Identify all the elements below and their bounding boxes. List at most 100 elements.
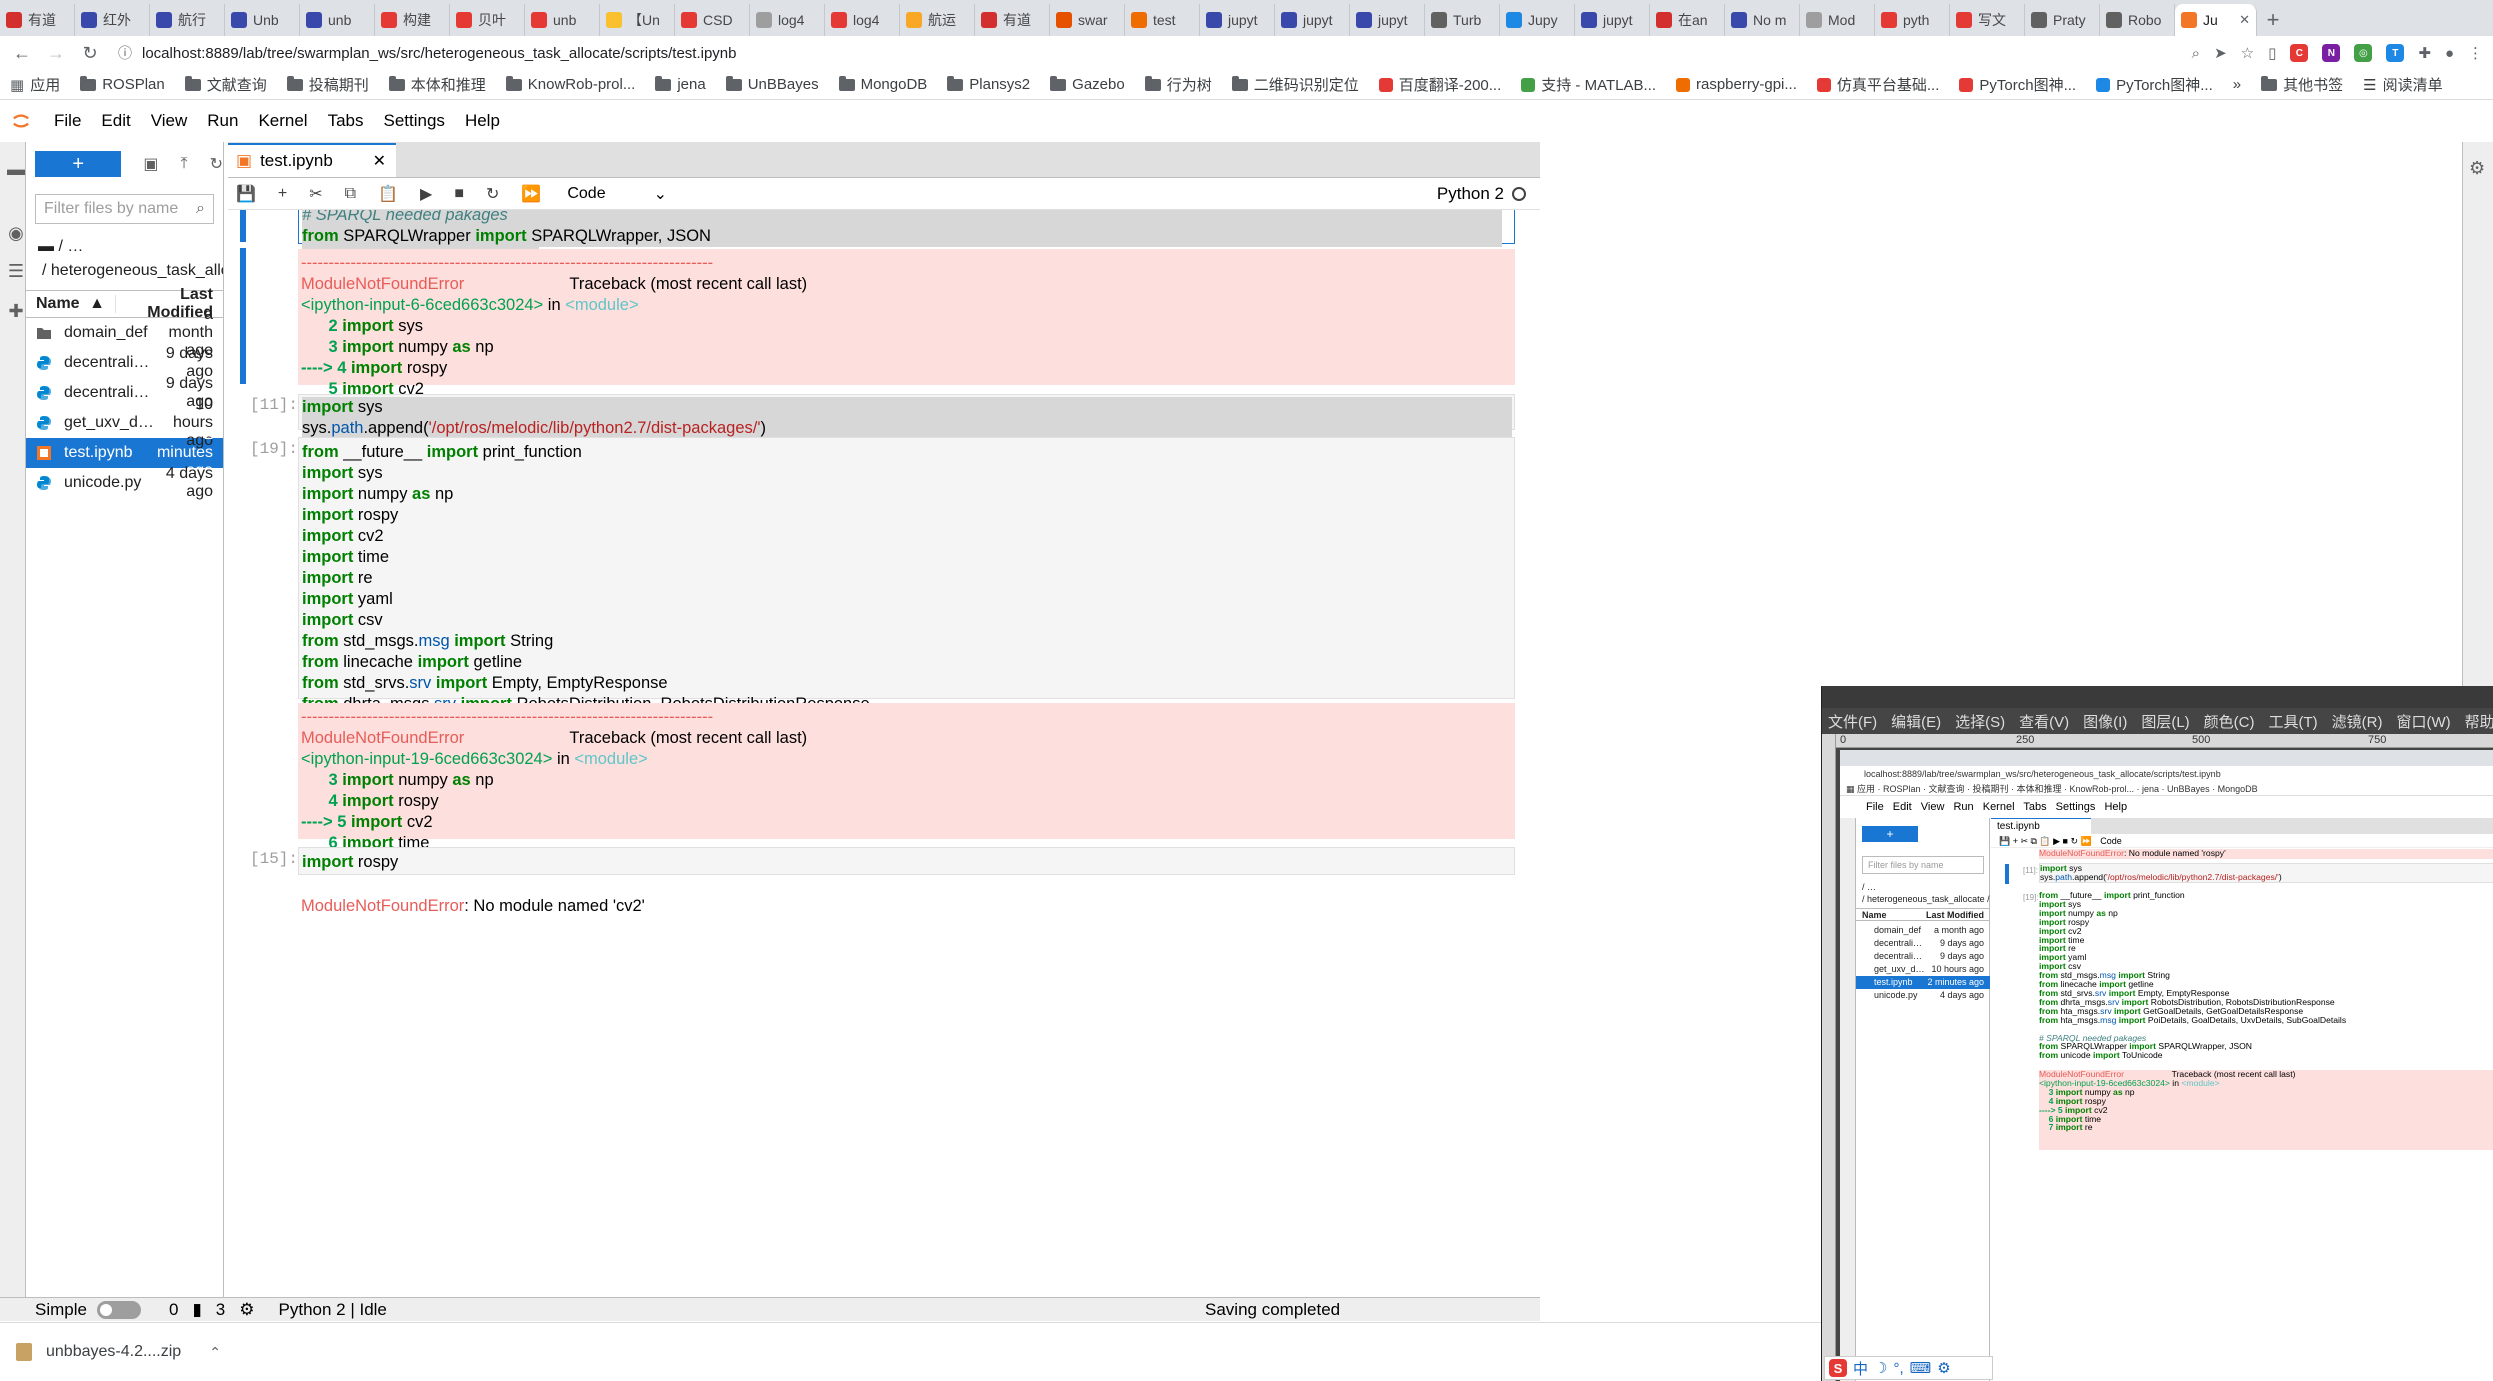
browser-tab[interactable]: 航运 [900,4,975,36]
browser-tab[interactable]: jupyt [1350,4,1425,36]
bookmark-item[interactable]: 二维码识别定位 [1231,74,1359,95]
editor-menu-item[interactable]: 窗口(W) [2396,711,2450,732]
browser-tab[interactable]: 贝叶 [450,4,525,36]
browser-tab[interactable]: swar [1050,4,1125,36]
column-name[interactable]: Name ▲ [26,295,116,313]
copy-icon[interactable]: ⧉ [345,185,356,203]
cell-type-select[interactable]: Code ⌄ [567,184,667,204]
browser-tab[interactable]: log4 [825,4,900,36]
extensions-puzzle-icon[interactable]: ✚ [2418,44,2431,62]
bookmark-item[interactable]: jena [655,75,706,93]
forward-icon[interactable]: → [44,41,68,65]
extension-reader-icon[interactable]: ▯ [2268,44,2276,62]
browser-tab[interactable]: unb [300,4,375,36]
browser-tab[interactable]: log4 [750,4,825,36]
back-icon[interactable]: ← [10,41,34,65]
cell-input[interactable]: from __future__ import print_function imp… [298,437,1515,839]
editor-menu-item[interactable]: 工具(T) [2269,711,2318,732]
browser-tab[interactable]: pyth [1875,4,1950,36]
input-method-indicator[interactable]: S 中 ☽ °, ⌨ ⚙ [1824,1356,1993,1380]
download-filename[interactable]: unbbayes-4.2....zip [46,1343,181,1361]
menu-settings[interactable]: Settings [384,111,445,131]
property-inspector-icon[interactable]: ⚙ [2469,158,2485,179]
reload-icon[interactable]: ↻ [78,41,102,65]
editor-titlebar[interactable] [1822,686,2493,708]
menu-edit[interactable]: Edit [101,111,130,131]
menu-help[interactable]: Help [465,111,500,131]
bookmark-item[interactable]: PyTorch图神... [1959,74,2076,95]
bookmark-item[interactable]: KnowRob-prol... [505,75,635,93]
browser-tab[interactable]: 有道 [0,4,75,36]
bookmark-item[interactable]: 文献查询 [184,74,267,95]
file-row[interactable]: test.ipynb 2 minutes ago [26,426,223,479]
editor-canvas[interactable]: localhost:8889/lab/tree/swarmplan_ws/src… [1840,750,2493,1381]
extension-csdn-icon[interactable]: C [2290,44,2309,62]
simple-mode-toggle[interactable] [96,1300,141,1319]
browser-tab[interactable]: test [1125,4,1200,36]
bookmark-item[interactable]: Plansys2 [947,75,1030,93]
tab-test-ipynb[interactable]: ▣ test.ipynb ✕ [228,143,396,177]
browser-tab[interactable]: CSD [675,4,750,36]
file-row[interactable]: decentrali… 9 days ago [26,345,223,380]
browser-tab[interactable]: jupyt [1200,4,1275,36]
browser-tab[interactable]: Robo [2100,4,2175,36]
browser-tab[interactable]: Jupy [1500,4,1575,36]
chevron-up-icon[interactable]: ⌃ [209,1344,221,1361]
run-icon[interactable]: ▶ [420,184,432,204]
new-launcher-button[interactable]: + [35,151,122,177]
editor-menu-item[interactable]: 选择(S) [1955,711,2005,732]
extension-translate-icon[interactable]: T [2386,44,2405,62]
toc-icon[interactable]: ☰ [7,261,25,281]
vertical-ruler[interactable] [1822,734,1836,1381]
folder-icon[interactable]: ▬ [7,159,25,179]
browser-tab[interactable]: jupyt [1275,4,1350,36]
kernel-status[interactable]: Python 2 | Idle [279,1300,387,1320]
save-icon[interactable]: 💾 [236,184,256,204]
send-icon[interactable]: ➤ [2214,44,2227,62]
menu-view[interactable]: View [151,111,188,131]
browser-tab[interactable]: 【Un [600,4,675,36]
breadcrumb[interactable]: ▬ / … [26,224,223,256]
menu-file[interactable]: File [54,111,81,131]
extension-green-icon[interactable]: ◎ [2354,44,2373,62]
editor-menu-item[interactable]: 编辑(E) [1891,711,1941,732]
bookmark-item[interactable]: 百度翻译-200... [1378,74,1501,95]
bookmark-item[interactable]: 投稿期刊 [286,74,369,95]
insert-cell-icon[interactable]: + [278,185,287,203]
editor-menu-item[interactable]: 图层(L) [2141,711,2189,732]
zoom-icon[interactable]: ⌕ [2192,45,2200,62]
restart-icon[interactable]: ↻ [486,184,499,204]
cell-input[interactable]: import rospy [298,847,1515,875]
editor-menu-item[interactable]: 滤镜(R) [2332,711,2383,732]
editor-menu-item[interactable]: 图像(I) [2083,711,2127,732]
bookmark-item[interactable]: 仿真平台基础... [1816,74,1939,95]
browser-tab[interactable]: unb [525,4,600,36]
cut-icon[interactable]: ✂ [309,184,322,204]
menu-tabs[interactable]: Tabs [328,111,364,131]
menu-kernel[interactable]: Kernel [258,111,307,131]
bookmark-item[interactable]: UnBBayes [725,75,819,93]
bookmark-item[interactable]: raspberry-gpi... [1676,76,1797,93]
upload-icon[interactable]: ⤒ [181,155,188,173]
menu-run[interactable]: Run [207,111,238,131]
editor-menu-item[interactable]: 帮助( [2465,711,2493,732]
bookmark-item[interactable]: PyTorch图神... [2096,74,2213,95]
breadcrumb-path[interactable]: / heterogeneous_task_allocate / scrip [26,256,223,280]
bookmark-item[interactable]: Gazebo [1050,75,1125,93]
cell-input[interactable]: import sys sys.path.append('/opt/ros/melo… [298,394,1515,439]
paste-icon[interactable]: 📋 [378,184,398,204]
fast-forward-icon[interactable]: ⏩ [521,184,541,204]
info-icon[interactable]: ⓘ [118,43,132,63]
terminal-count[interactable]: 0 [169,1300,178,1320]
browser-tab[interactable]: 写文 [1950,4,2025,36]
browser-tab[interactable]: jupyt [1575,4,1650,36]
bookmark-item[interactable]: MongoDB [838,75,927,93]
browser-tab[interactable]: 有道 [975,4,1050,36]
browser-tab[interactable]: 航行 [150,4,225,36]
close-tab-icon[interactable]: ✕ [373,151,386,171]
browser-tab[interactable]: 构建 [375,4,450,36]
bookmark-item[interactable]: 行为树 [1144,74,1212,95]
new-tab-button[interactable]: + [2257,4,2289,36]
notebook-cells[interactable]: # SPARQL needed pakages from SPARQLWrappe… [228,210,1540,1320]
new-folder-icon[interactable]: ▣ [143,154,158,174]
